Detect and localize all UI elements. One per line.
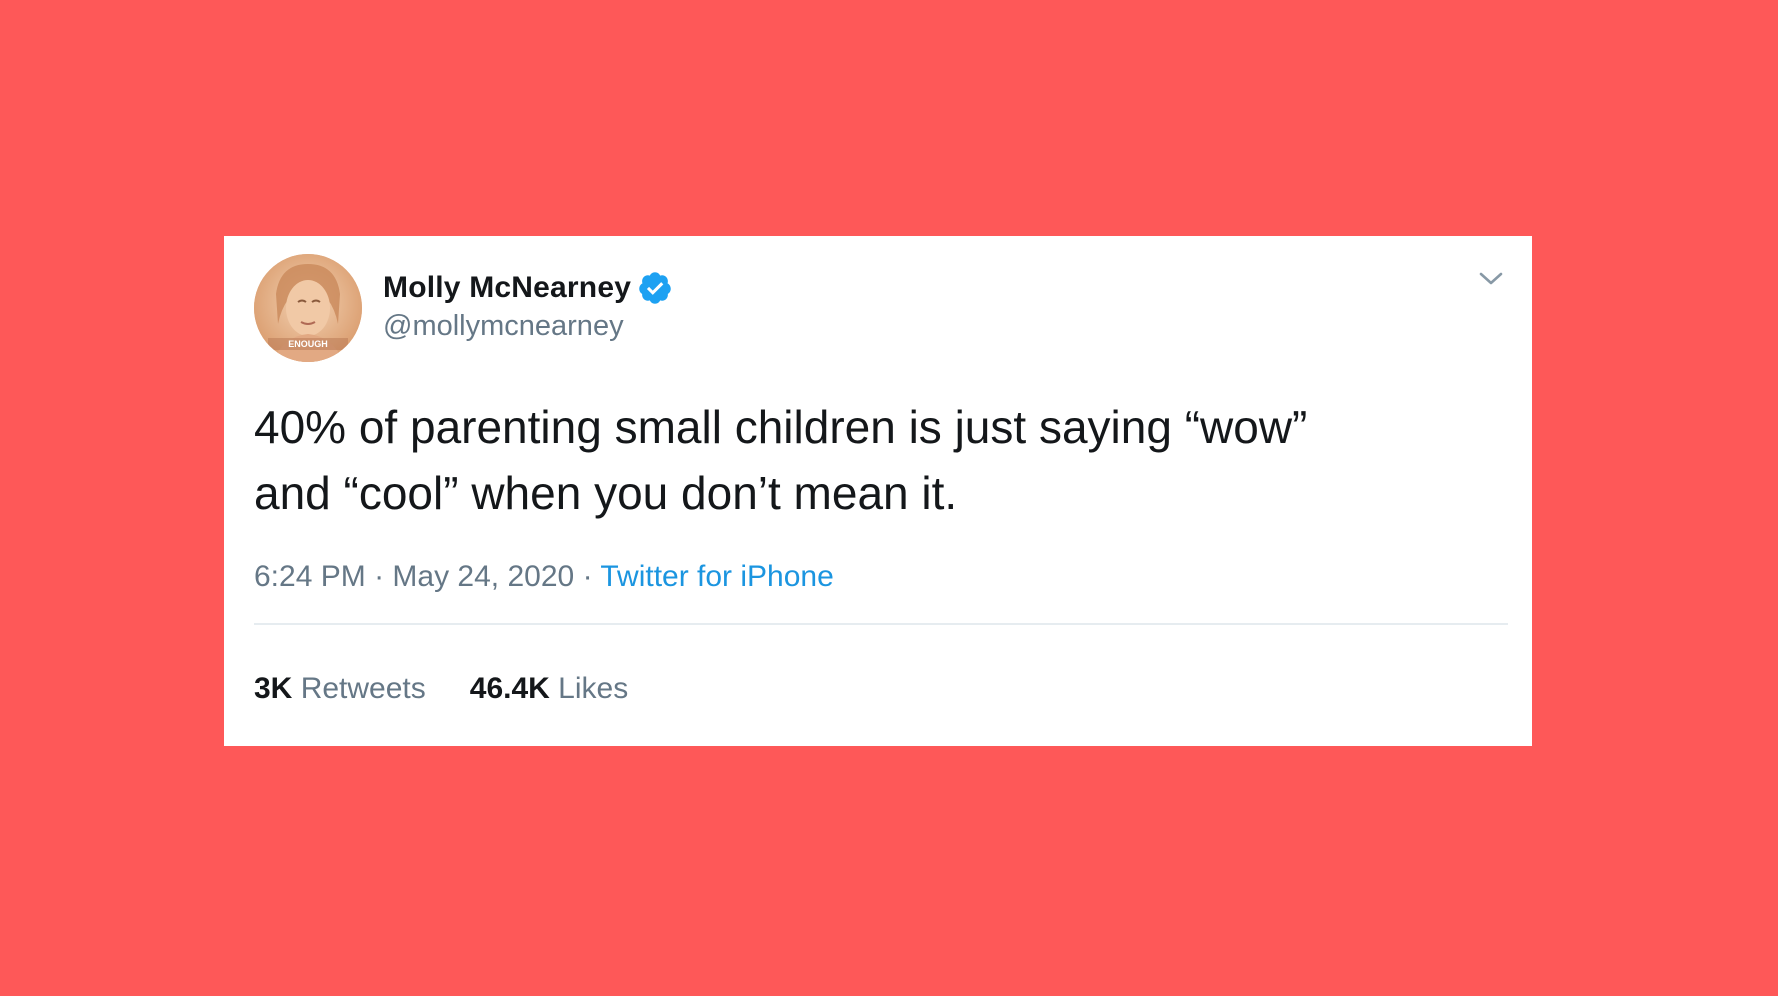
avatar-image: ENOUGH [254, 254, 362, 362]
retweets-count: 3K [254, 672, 293, 705]
tweet-date[interactable]: May 24, 2020 [392, 560, 574, 593]
divider [254, 623, 1508, 625]
meta-separator: · [582, 560, 593, 593]
tweet-text-line-2: and “cool” when you don’t mean it. [254, 467, 958, 519]
display-name[interactable]: Molly McNearney [383, 271, 631, 305]
likes-label: Likes [558, 672, 629, 705]
tweet-stats: 3K Retweets 46.4K Likes [254, 672, 628, 706]
svg-text:ENOUGH: ENOUGH [288, 339, 328, 349]
tweet-text-line-1: 40% of parenting small children is just … [254, 401, 1308, 453]
likes-stat[interactable]: 46.4K Likes [470, 672, 628, 706]
likes-count: 46.4K [469, 672, 550, 705]
verified-badge-icon [637, 270, 673, 306]
tweet-meta: 6:24 PM · May 24, 2020 · Twitter for iPh… [254, 560, 834, 594]
retweets-stat[interactable]: 3K Retweets [254, 672, 426, 706]
avatar[interactable]: ENOUGH [254, 254, 362, 362]
chevron-down-icon[interactable] [1476, 264, 1506, 294]
author-name-row[interactable]: Molly McNearney [383, 268, 673, 308]
tweet-source-link[interactable]: Twitter for iPhone [600, 560, 833, 593]
retweets-label: Retweets [300, 672, 426, 705]
handle[interactable]: @mollymcnearney [383, 310, 624, 343]
tweet-text: 40% of parenting small children is just … [254, 394, 1504, 526]
meta-separator: · [374, 560, 385, 593]
tweet-time[interactable]: 6:24 PM [254, 560, 366, 593]
tweet-card: ENOUGH Molly McNearney @mollymcnearney 4… [224, 236, 1532, 746]
